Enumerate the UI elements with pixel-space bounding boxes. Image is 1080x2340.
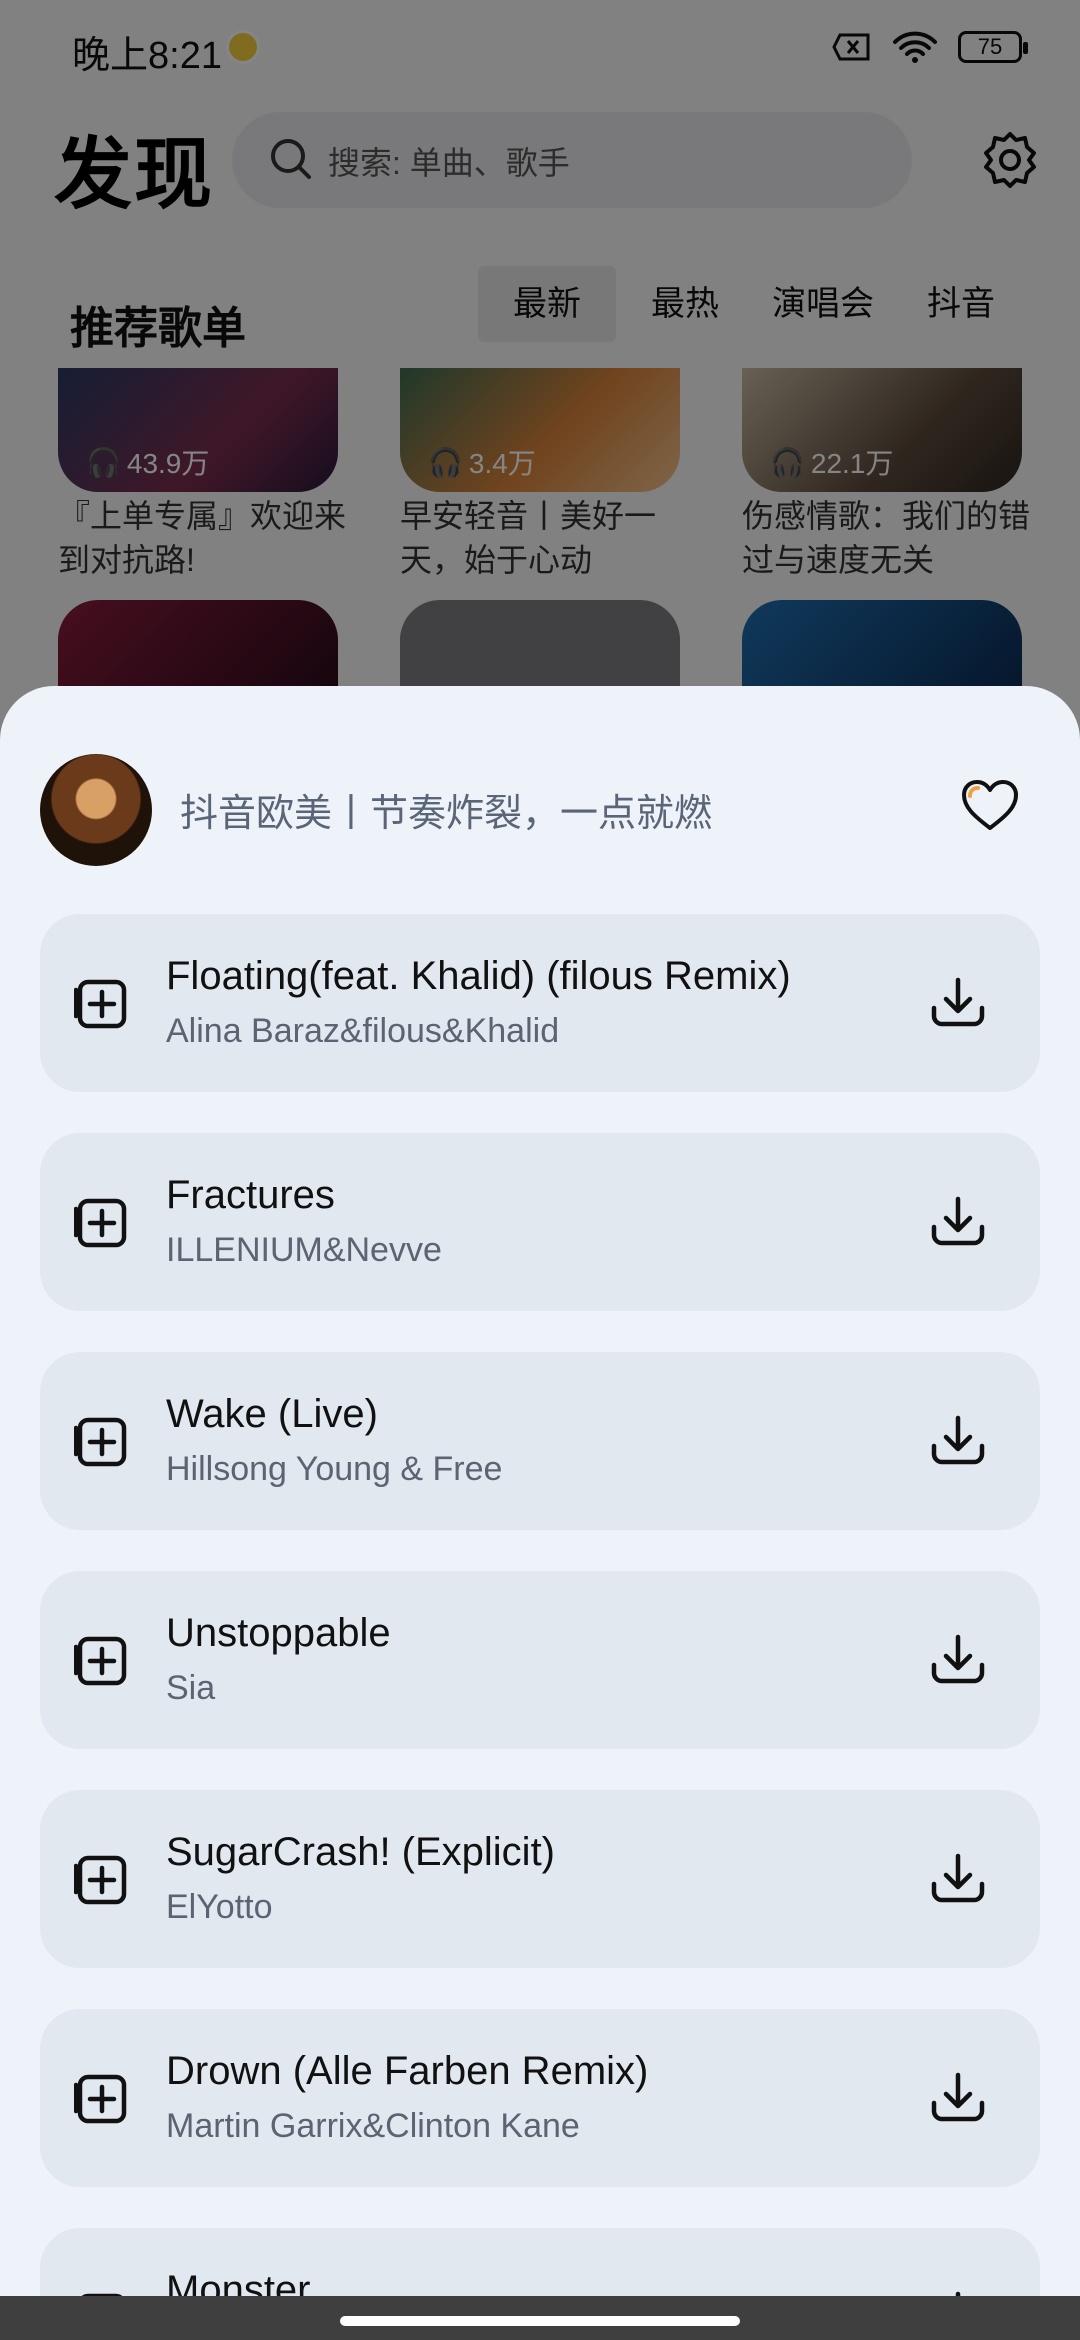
download-icon[interactable]: [928, 2069, 988, 2125]
song-artist: Sia: [166, 1669, 216, 1707]
song-row[interactable]: Fractures ILLENIUM&Nevve: [40, 1133, 1040, 1311]
song-artist: ElYotto: [166, 1888, 273, 1926]
download-icon[interactable]: [928, 974, 988, 1030]
add-to-playlist-icon[interactable]: [74, 1852, 130, 1908]
playlist-name: 抖音欧美丨节奏炸裂，一点就燃: [180, 793, 713, 835]
song-row[interactable]: SugarCrash! (Explicit) ElYotto: [40, 1790, 1040, 1968]
song-row[interactable]: Wake (Live) Hillsong Young & Free: [40, 1352, 1040, 1530]
song-artist: Alina Baraz&filous&Khalid: [166, 1012, 560, 1050]
add-to-playlist-icon[interactable]: [74, 976, 130, 1032]
song-row[interactable]: Drown (Alle Farben Remix) Martin Garrix&…: [40, 2009, 1040, 2187]
download-icon[interactable]: [928, 1193, 988, 1249]
download-icon[interactable]: [928, 1412, 988, 1468]
song-title: Fractures: [166, 1173, 335, 1217]
song-title: Unstoppable: [166, 1611, 391, 1655]
song-row[interactable]: Unstoppable Sia: [40, 1571, 1040, 1749]
navigation-bar: [0, 2296, 1080, 2340]
download-icon[interactable]: [928, 1850, 988, 1906]
song-title: Floating(feat. Khalid) (filous Remix): [166, 954, 791, 998]
heart-icon[interactable]: [960, 778, 1020, 834]
playlist-avatar: [40, 754, 152, 866]
add-to-playlist-icon[interactable]: [74, 1633, 130, 1689]
playlist-bottom-sheet: 抖音欧美丨节奏炸裂，一点就燃 Floating(feat. Khalid) (f…: [0, 686, 1080, 2340]
song-title: Drown (Alle Farben Remix): [166, 2049, 649, 2093]
download-icon[interactable]: [928, 1631, 988, 1687]
add-to-playlist-icon[interactable]: [74, 1195, 130, 1251]
song-list: Floating(feat. Khalid) (filous Remix) Al…: [40, 914, 1040, 2340]
song-artist: ILLENIUM&Nevve: [166, 1231, 442, 1269]
song-title: SugarCrash! (Explicit): [166, 1830, 556, 1874]
home-indicator[interactable]: [340, 2316, 740, 2326]
sheet-header: 抖音欧美丨节奏炸裂，一点就燃: [40, 754, 1040, 866]
song-title: Wake (Live): [166, 1392, 378, 1436]
add-to-playlist-icon[interactable]: [74, 2071, 130, 2127]
song-row[interactable]: Floating(feat. Khalid) (filous Remix) Al…: [40, 914, 1040, 1092]
song-artist: Martin Garrix&Clinton Kane: [166, 2107, 580, 2145]
song-artist: Hillsong Young & Free: [166, 1450, 503, 1488]
add-to-playlist-icon[interactable]: [74, 1414, 130, 1470]
